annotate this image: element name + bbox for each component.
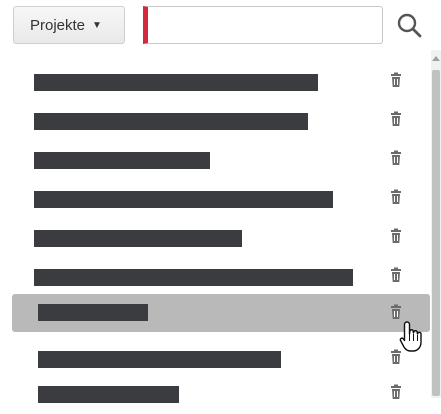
project-list [0,56,431,403]
project-name-redacted [34,269,353,286]
trash-icon[interactable] [388,150,404,166]
projects-dropdown-label: Projekte [30,16,86,34]
caret-down-icon: ▼ [92,19,102,31]
project-name-redacted [34,152,210,169]
project-name-redacted [34,230,242,247]
scroll-up-arrow-icon[interactable] [432,56,440,61]
scrollbar-thumb[interactable] [432,70,440,396]
trash-icon[interactable] [388,267,404,283]
project-name-redacted [38,351,281,368]
project-name-redacted [38,386,179,403]
list-item[interactable] [12,376,430,414]
list-item[interactable] [12,60,430,98]
list-item[interactable] [12,177,430,215]
list-item[interactable] [12,337,430,375]
list-item-selected[interactable] [12,294,430,332]
list-item[interactable] [12,255,430,293]
trash-icon[interactable] [388,349,404,365]
list-item[interactable] [12,99,430,137]
list-item[interactable] [12,138,430,176]
trash-icon[interactable] [388,304,404,320]
project-name-redacted [38,304,148,321]
search-icon [397,13,422,38]
list-scrollbar[interactable] [431,50,441,398]
trash-icon[interactable] [388,228,404,244]
trash-icon[interactable] [388,72,404,88]
trash-icon[interactable] [388,111,404,127]
project-name-redacted [34,113,308,130]
toolbar: Projekte ▼ [0,0,441,50]
projects-dropdown-button[interactable]: Projekte ▼ [13,6,125,44]
project-name-redacted [34,74,318,91]
list-item[interactable] [12,216,430,254]
search-input[interactable] [143,6,383,44]
search-button[interactable] [394,10,426,42]
trash-icon[interactable] [388,189,404,205]
project-name-redacted [34,191,333,208]
